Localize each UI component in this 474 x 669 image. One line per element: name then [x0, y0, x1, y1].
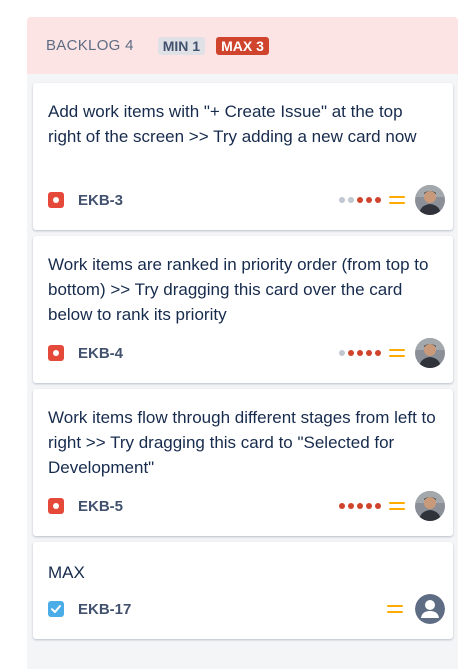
min-limit-badge: MIN 1 [157, 36, 206, 55]
column-header[interactable]: BACKLOG 4 MIN 1 MAX 3 [27, 17, 458, 74]
estimate-dot [357, 503, 363, 509]
assignee-avatar[interactable] [415, 338, 445, 368]
issue-card[interactable]: Work items flow through different stages… [33, 389, 453, 536]
card-footer: EKB-17 [48, 593, 445, 625]
assignee-avatar[interactable] [415, 185, 445, 215]
issue-key[interactable]: EKB-5 [78, 498, 123, 515]
card-footer: EKB-4 [48, 337, 445, 369]
card-footer: EKB-3 [48, 184, 445, 216]
card-summary: Work items flow through different stages… [48, 408, 436, 477]
estimate-dot [375, 350, 381, 356]
card-summary: MAX [48, 563, 85, 582]
issue-card[interactable]: Add work items with "+ Create Issue" at … [33, 83, 453, 230]
issue-key[interactable]: EKB-3 [78, 192, 123, 209]
issue-card[interactable]: MAX EKB-17 [33, 542, 453, 639]
unassigned-avatar-icon[interactable] [415, 594, 445, 624]
card-summary: Work items are ranked in priority order … [48, 255, 429, 324]
bug-icon [48, 345, 64, 361]
priority-medium-icon [389, 193, 405, 207]
issue-key[interactable]: EKB-4 [78, 345, 123, 362]
card-summary: Add work items with "+ Create Issue" at … [48, 102, 417, 146]
backlog-column: BACKLOG 4 MIN 1 MAX 3 Add work items wit… [27, 17, 458, 669]
max-limit-badge: MAX 3 [216, 36, 269, 55]
estimate-dot [339, 197, 345, 203]
issue-key[interactable]: EKB-17 [78, 601, 131, 618]
assignee-avatar[interactable] [415, 491, 445, 521]
estimate-dot [348, 350, 354, 356]
estimate-dot [366, 503, 372, 509]
estimate-dot [339, 503, 345, 509]
estimate-dot [357, 197, 363, 203]
card-footer: EKB-5 [48, 490, 445, 522]
priority-medium-icon [389, 499, 405, 513]
bug-icon [48, 498, 64, 514]
estimate-dot [366, 197, 372, 203]
estimate-dot [357, 350, 363, 356]
estimate-dot [375, 503, 381, 509]
estimate-dots [339, 350, 381, 356]
issue-card[interactable]: Work items are ranked in priority order … [33, 236, 453, 383]
bug-icon [48, 192, 64, 208]
estimate-dot [375, 197, 381, 203]
priority-medium-icon [387, 602, 403, 616]
estimate-dots [339, 197, 381, 203]
estimate-dot [348, 197, 354, 203]
estimate-dot [339, 350, 345, 356]
estimate-dot [366, 350, 372, 356]
checkbox-icon [48, 601, 64, 617]
column-title: BACKLOG 4 [46, 37, 134, 54]
priority-medium-icon [389, 346, 405, 360]
estimate-dot [348, 503, 354, 509]
estimate-dots [339, 503, 381, 509]
